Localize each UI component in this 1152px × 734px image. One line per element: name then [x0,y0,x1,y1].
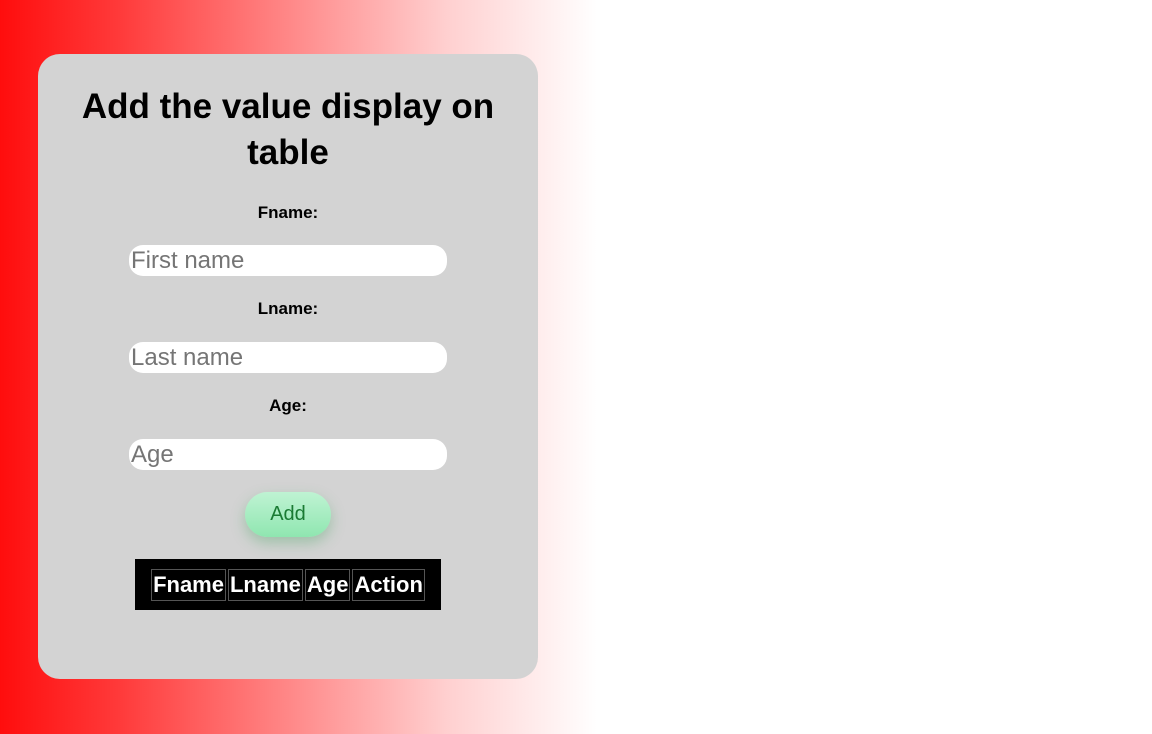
page-title: Add the value display on table [81,87,495,172]
form-card: Add the value display on table Fname: Ln… [38,54,538,679]
age-label: Age: [269,396,307,415]
lname-input[interactable] [129,342,447,373]
column-header-action: Action [352,569,425,601]
table-header-row: Fname Lname Age Action [151,569,425,601]
column-header-fname: Fname [151,569,226,601]
column-header-age: Age [304,569,351,601]
fname-label: Fname: [257,203,319,222]
fname-input[interactable] [129,245,447,276]
lname-label: Lname: [257,299,319,318]
data-table-container: Fname Lname Age Action [135,559,441,610]
column-header-lname: Lname [227,569,303,601]
data-table: Fname Lname Age Action [149,567,427,603]
add-button[interactable]: Add [245,492,331,537]
age-input[interactable] [129,439,447,470]
